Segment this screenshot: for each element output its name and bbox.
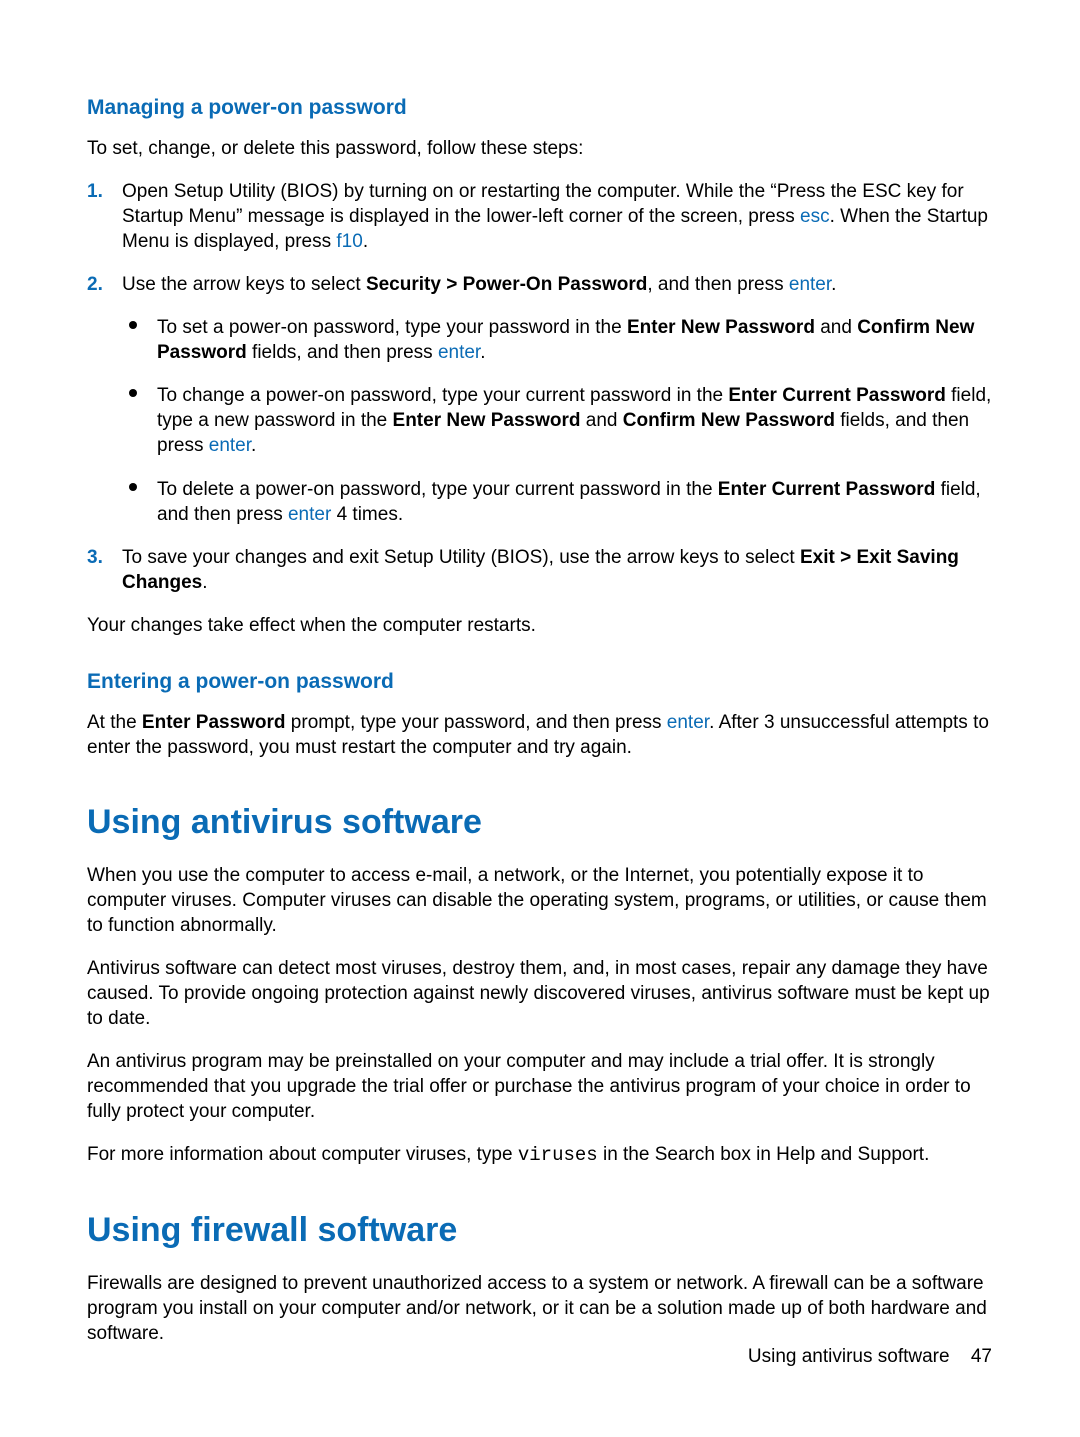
section3-p1: When you use the computer to access e-ma…: [87, 863, 995, 938]
section2-paragraph: At the Enter Password prompt, type your …: [87, 710, 995, 760]
bullet-icon: [129, 483, 137, 491]
bullet-text: To delete a power-on password, type your…: [157, 477, 995, 527]
page-footer: Using antivirus software 47: [748, 1344, 992, 1369]
bullet-text: To set a power-on password, type your pa…: [157, 315, 995, 365]
step-2-text: Use the arrow keys to select Security > …: [122, 272, 995, 297]
heading-managing-password: Managing a power-on password: [87, 94, 995, 122]
footer-page-number: 47: [971, 1346, 992, 1367]
step-2-bullet-3: To delete a power-on password, type your…: [122, 477, 995, 527]
section1-outro: Your changes take effect when the comput…: [87, 613, 995, 638]
bullet-icon: [129, 321, 137, 329]
step-3-text: To save your changes and exit Setup Util…: [122, 545, 995, 595]
bullet-text: To change a power-on password, type your…: [157, 383, 995, 458]
step-number: 2.: [87, 272, 103, 297]
step-number: 3.: [87, 545, 103, 570]
step-3: 3. To save your changes and exit Setup U…: [87, 545, 995, 595]
footer-title: Using antivirus software: [748, 1346, 950, 1367]
step-2-bullet-1: To set a power-on password, type your pa…: [122, 315, 995, 365]
heading-antivirus: Using antivirus software: [87, 800, 995, 845]
section3-p4: For more information about computer viru…: [87, 1142, 995, 1168]
section3-p2: Antivirus software can detect most virus…: [87, 956, 995, 1031]
step-1-text: Open Setup Utility (BIOS) by turning on …: [122, 179, 995, 254]
step-number: 1.: [87, 179, 103, 204]
section3-p3: An antivirus program may be preinstalled…: [87, 1049, 995, 1124]
section4-p1: Firewalls are designed to prevent unauth…: [87, 1271, 995, 1346]
bullet-icon: [129, 389, 137, 397]
step-2-bullet-2: To change a power-on password, type your…: [122, 383, 995, 458]
section1-intro: To set, change, or delete this password,…: [87, 136, 995, 161]
step-2-bullets: To set a power-on password, type your pa…: [122, 315, 995, 527]
section1-steps: 1. Open Setup Utility (BIOS) by turning …: [87, 179, 995, 595]
heading-firewall: Using firewall software: [87, 1208, 995, 1253]
document-page: Managing a power-on password To set, cha…: [87, 0, 995, 1347]
heading-entering-password: Entering a power-on password: [87, 668, 995, 696]
step-1: 1. Open Setup Utility (BIOS) by turning …: [87, 179, 995, 254]
step-2: 2. Use the arrow keys to select Security…: [87, 272, 995, 527]
